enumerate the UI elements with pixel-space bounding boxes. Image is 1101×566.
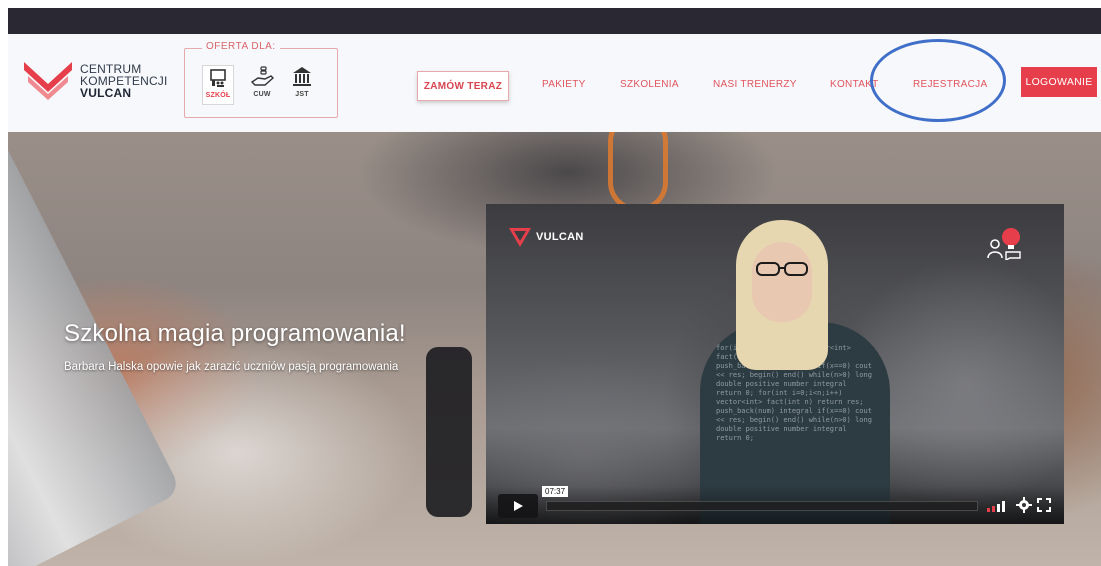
oferta-item-szkol[interactable]: SZKÓŁ <box>202 65 234 105</box>
oferta-selector: OFERTA DLA: SZKÓŁ CUW JST <box>184 41 338 118</box>
school-icon <box>203 66 233 90</box>
video-progress-bar[interactable] <box>546 501 978 511</box>
video-brand-text: VULCAN <box>536 231 584 243</box>
fullscreen-icon[interactable] <box>1037 498 1051 512</box>
oferta-label-jst: JST <box>295 91 309 98</box>
presenter-face <box>752 242 812 322</box>
vulcan-chevron-icon <box>24 62 72 100</box>
building-columns-icon <box>286 65 318 89</box>
play-button[interactable] <box>498 494 538 518</box>
lightbulb-people-icon <box>987 228 1021 260</box>
centrum-kompetencji-logo[interactable]: CENTRUM KOMPETENCJI VULCAN <box>22 56 182 100</box>
order-now-button[interactable]: ZAMÓW TERAZ <box>417 71 509 101</box>
hero-title: Szkolna magia programowania! <box>64 320 406 347</box>
oferta-title: OFERTA DLA: <box>202 41 280 52</box>
glasses-shape <box>756 262 808 276</box>
oferta-item-cuw[interactable]: CUW <box>246 65 278 105</box>
logo-text: CENTRUM KOMPETENCJI VULCAN <box>80 63 168 99</box>
nav-item-pakiety[interactable]: PAKIETY <box>542 79 586 90</box>
hero-banner: Szkolna magia programowania! Barbara Hal… <box>8 132 1101 566</box>
video-vulcan-logo: VULCAN <box>508 226 584 248</box>
tablet-image <box>8 132 182 566</box>
browser-top-strip <box>8 8 1101 34</box>
nav-item-trenerzy[interactable]: NASI TRENERZY <box>713 79 797 90</box>
nav-item-szkolenia[interactable]: SZKOLENIA <box>620 79 679 90</box>
video-timecode: 07:37 <box>542 486 569 497</box>
oferta-label-szkol: SZKÓŁ <box>205 92 231 99</box>
video-controls: 07:37 <box>486 486 1064 524</box>
settings-gear-icon[interactable] <box>1016 497 1032 513</box>
video-player[interactable]: for(int i=0;i<n;i++) vector<int> fact(in… <box>486 204 1064 524</box>
cable-image <box>608 132 668 212</box>
site-header: CENTRUM KOMPETENCJI VULCAN OFERTA DLA: S… <box>8 34 1101 132</box>
hero-subtitle: Barbara Halska opowie jak zarazić ucznió… <box>64 361 399 373</box>
robot-wheel-image <box>426 347 472 517</box>
rejestracja-highlight-circle <box>870 39 1006 122</box>
play-icon <box>514 501 523 511</box>
vulcan-shield-icon <box>509 228 531 247</box>
logo-line-3: VULCAN <box>80 86 132 100</box>
hand-coins-icon <box>246 65 278 89</box>
oferta-label-cuw: CUW <box>253 91 271 98</box>
volume-icon[interactable] <box>986 500 1008 512</box>
login-button[interactable]: LOGOWANIE <box>1021 67 1097 97</box>
oferta-item-jst[interactable]: JST <box>286 65 318 105</box>
